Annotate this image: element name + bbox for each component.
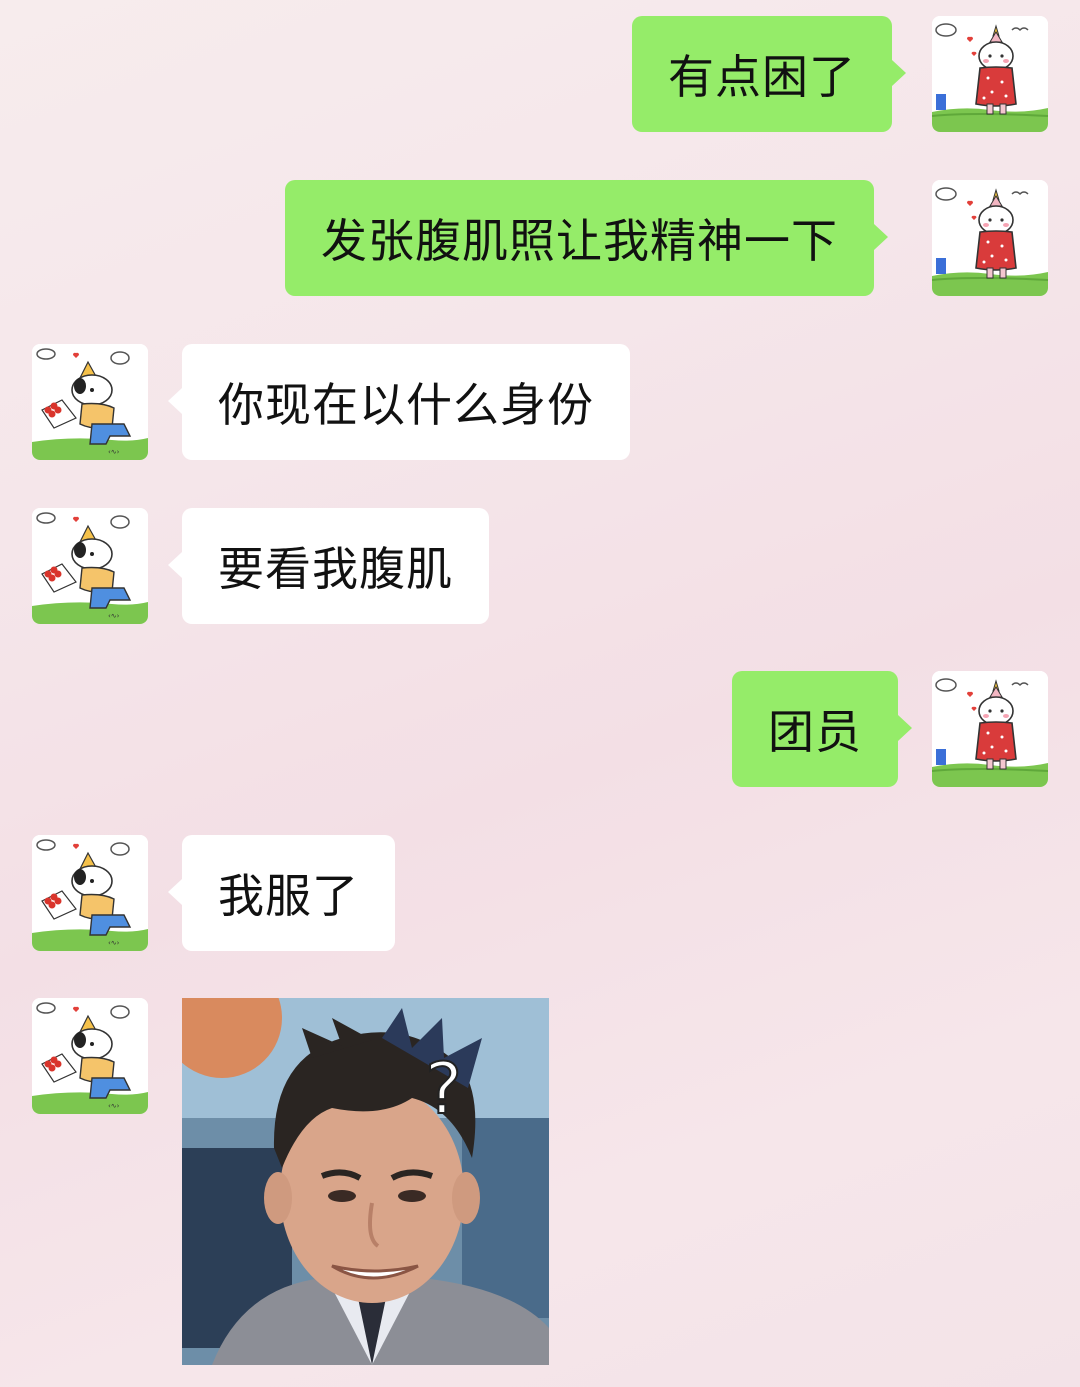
sticker-image[interactable]: ? [182,998,549,1365]
my-avatar[interactable] [932,16,1048,132]
cat-avatar-icon [932,16,1048,132]
dog-avatar-icon [32,835,148,951]
dog-avatar-icon [32,344,148,460]
contact-avatar[interactable] [32,508,148,624]
dog-avatar-icon [32,508,148,624]
contact-avatar[interactable] [32,998,148,1114]
message-bubble-sent[interactable]: 有点困了 [632,16,906,132]
confused-man-sticker: ? [182,998,549,1365]
my-avatar[interactable] [932,180,1048,296]
chat-area: 有点困了 发张腹肌照让我精神一下 你现在以什么身份 要看我腹肌 团员 我服了 ? [0,0,1080,1387]
message-bubble-received[interactable]: 你现在以什么身份 [168,344,630,460]
question-mark-overlay: ? [425,1048,462,1130]
message-bubble-sent[interactable]: 发张腹肌照让我精神一下 [285,180,888,296]
cat-avatar-icon [932,180,1048,296]
my-avatar[interactable] [932,671,1048,787]
dog-avatar-icon [32,998,148,1114]
contact-avatar[interactable] [32,344,148,460]
cat-avatar-icon [932,671,1048,787]
message-bubble-received[interactable]: 要看我腹肌 [168,508,489,624]
message-bubble-sent[interactable]: 团员 [732,671,912,787]
message-bubble-received[interactable]: 我服了 [168,835,395,951]
contact-avatar[interactable] [32,835,148,951]
